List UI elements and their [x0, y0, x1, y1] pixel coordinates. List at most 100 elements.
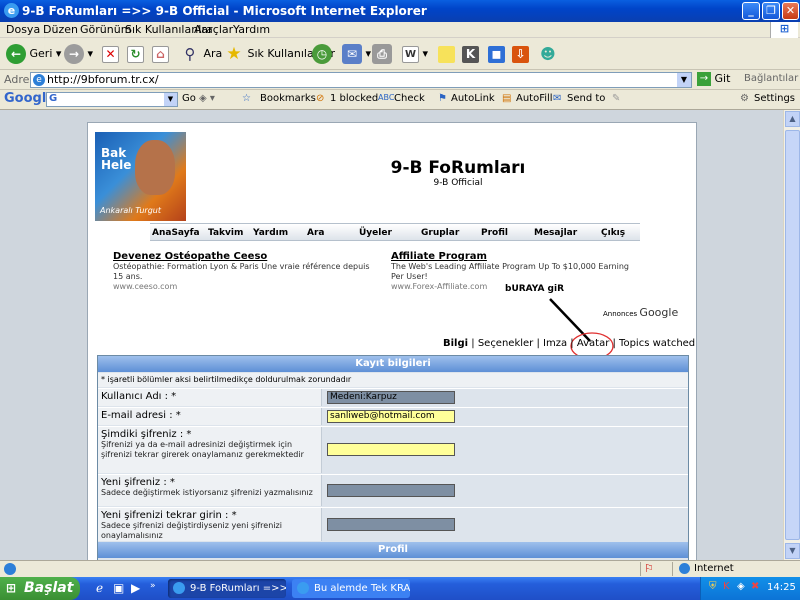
- forward-button[interactable]: → ▾: [64, 43, 93, 65]
- task-other-window[interactable]: Bu alemde Tek KRAL ...: [292, 579, 410, 598]
- settings-icon: ⚙: [740, 93, 749, 104]
- menu-araclar[interactable]: Araçlar: [194, 23, 233, 36]
- star-icon: ★: [226, 44, 242, 64]
- minimize-button[interactable]: _: [742, 2, 760, 20]
- menu-gorunum[interactable]: Görünüm: [80, 23, 131, 36]
- edit-button[interactable]: W ▾: [402, 43, 428, 65]
- start-button[interactable]: ⊞ Başlat: [0, 577, 80, 600]
- form-note: * işaretli bölümler aksi belirtilmedikçe…: [98, 373, 688, 387]
- task-ie-icon-2: [297, 582, 309, 594]
- sendto-button[interactable]: Send to: [567, 93, 605, 104]
- tab-imza[interactable]: Imza: [543, 338, 567, 349]
- tab-secenekler[interactable]: Seçenekler: [478, 338, 533, 349]
- blocked-button[interactable]: 1 blocked: [330, 93, 378, 104]
- scroll-thumb[interactable]: [785, 130, 800, 540]
- title-bar: e 9-B FoRumları =>> 9-B Official - Micro…: [0, 0, 800, 22]
- field-row-current-password: Şimdiki şifreniz : * Şifrenizi ya da e-m…: [98, 426, 688, 473]
- windows-flag-icon: ⊞: [6, 581, 17, 595]
- autolink-button[interactable]: AutoLink: [451, 93, 495, 104]
- msn-button[interactable]: ☻: [538, 43, 558, 65]
- tray-k-icon[interactable]: K: [723, 581, 730, 592]
- current-password-label: Şimdiki şifreniz : *: [101, 429, 192, 440]
- quicklaunch-explorer-icon[interactable]: ▣: [113, 581, 124, 595]
- tab-topics-watched[interactable]: Topics watched: [619, 338, 695, 349]
- search-button[interactable]: ⚲ Ara: [180, 43, 223, 65]
- bookmarks-button[interactable]: Bookmarks: [260, 93, 316, 104]
- go-button[interactable]: → Git: [697, 72, 730, 88]
- quicklaunch-ie-icon[interactable]: ℯ: [96, 581, 103, 595]
- scroll-up-icon[interactable]: ▲: [785, 111, 800, 127]
- security-icon: ⚐: [644, 562, 654, 575]
- autolink-icon: ⚑: [438, 93, 447, 104]
- links-label[interactable]: Bağlantılar: [744, 73, 798, 84]
- maximize-button[interactable]: ❐: [762, 2, 780, 20]
- email-label: E-mail adresi : *: [101, 410, 181, 421]
- highlighter-icon[interactable]: ✎: [612, 93, 620, 104]
- google-options-icon[interactable]: ◈ ▾: [199, 93, 215, 104]
- print-button[interactable]: ⎙: [372, 43, 392, 65]
- taskbar: ⊞ Başlat ℯ ▣ ▶ » 9-B FoRumları =>> 9... …: [0, 577, 800, 600]
- messenger-button[interactable]: ◼: [488, 43, 505, 65]
- task-forum-window[interactable]: 9-B FoRumları =>> 9...: [168, 579, 286, 598]
- annonces-label: Annonces Google: [603, 306, 679, 319]
- ie-icon: e: [4, 3, 19, 18]
- tab-avatar[interactable]: Avatar: [577, 338, 609, 349]
- new-password-label: Yeni şifreniz : *: [101, 477, 175, 488]
- settings-button[interactable]: Settings: [754, 93, 795, 104]
- status-page-icon: [4, 563, 16, 575]
- history-icon: ◷: [312, 44, 332, 64]
- forward-arrow-icon: →: [64, 44, 84, 64]
- menu-bar: Dosya Düzen Görünüm Sık Kullanılanlar Ar…: [0, 22, 800, 38]
- stop-button[interactable]: ✕: [102, 43, 119, 65]
- home-button[interactable]: ⌂: [152, 43, 169, 65]
- google-search-input[interactable]: G ▼: [46, 92, 178, 107]
- email-field[interactable]: sanliweb@hotmail.com: [327, 410, 455, 423]
- scroll-down-icon[interactable]: ▼: [785, 543, 800, 559]
- tray-alert-icon[interactable]: ✖: [751, 581, 759, 592]
- refresh-button[interactable]: ↻: [127, 43, 144, 65]
- sticky-note-icon: [438, 45, 455, 63]
- confirm-password-field[interactable]: [327, 518, 455, 531]
- tray-network-icon[interactable]: ◈: [737, 581, 745, 592]
- address-input[interactable]: e http://9bforum.tr.cx/ ▼: [30, 72, 692, 88]
- back-button[interactable]: ← Geri ▾: [6, 43, 61, 65]
- google-go-button[interactable]: Go: [182, 93, 196, 104]
- messenger-icon: ◼: [488, 45, 505, 63]
- check-button[interactable]: Check: [394, 93, 425, 104]
- close-button[interactable]: ✕: [782, 2, 799, 20]
- notes-button[interactable]: [438, 43, 455, 65]
- autofill-icon: ▤: [502, 93, 512, 104]
- google-dropdown-icon[interactable]: ▼: [164, 93, 177, 106]
- k-button[interactable]: K: [462, 43, 479, 65]
- username-label: Kullanıcı Adı : *: [101, 391, 177, 402]
- new-password-field[interactable]: [327, 484, 455, 497]
- vertical-scrollbar[interactable]: ▲ ▼: [783, 110, 800, 560]
- address-dropdown-icon[interactable]: ▼: [677, 73, 691, 87]
- quicklaunch-media-icon[interactable]: ▶: [131, 581, 140, 595]
- bookmarks-star-icon: ☆: [242, 93, 251, 104]
- current-password-field[interactable]: [327, 443, 455, 456]
- field-row-new-password: Yeni şifreniz : * Sadece değiştirmek ist…: [98, 474, 688, 506]
- menu-dosya[interactable]: Dosya: [6, 23, 40, 36]
- internet-zone-icon: [679, 563, 690, 574]
- download-button[interactable]: ⇩: [512, 43, 529, 65]
- menu-duzen[interactable]: Düzen: [43, 23, 78, 36]
- field-row-email: E-mail adresi : * sanliweb@hotmail.com: [98, 407, 688, 425]
- msn-buddies-icon: ☻: [540, 45, 556, 63]
- profile-tabs: Bilgi | Seçenekler | Imza | Avatar | Top…: [443, 338, 696, 349]
- clock[interactable]: 14:25: [767, 582, 796, 593]
- username-field[interactable]: Medeni:Karpuz: [327, 391, 455, 404]
- tray-shield-icon[interactable]: ⛨: [709, 581, 717, 592]
- forum-frame: Bak Hele Ankaralı Turgut 9-B FoRumları 9…: [87, 122, 697, 560]
- quicklaunch-more-icon[interactable]: »: [150, 581, 156, 591]
- zone-label: Internet: [694, 563, 734, 574]
- autofill-button[interactable]: AutoFill: [516, 93, 553, 104]
- refresh-icon: ↻: [127, 45, 144, 63]
- mail-icon: ✉: [342, 44, 362, 64]
- mail-button[interactable]: ✉ ▾: [342, 43, 371, 65]
- window-title: 9-B FoRumları =>> 9-B Official - Microso…: [22, 4, 427, 18]
- tab-bilgi[interactable]: Bilgi: [443, 338, 468, 349]
- history-button[interactable]: ◷: [312, 43, 332, 65]
- page-viewport: Bak Hele Ankaralı Turgut 9-B FoRumları 9…: [0, 110, 783, 560]
- menu-yardim[interactable]: Yardım: [233, 23, 270, 36]
